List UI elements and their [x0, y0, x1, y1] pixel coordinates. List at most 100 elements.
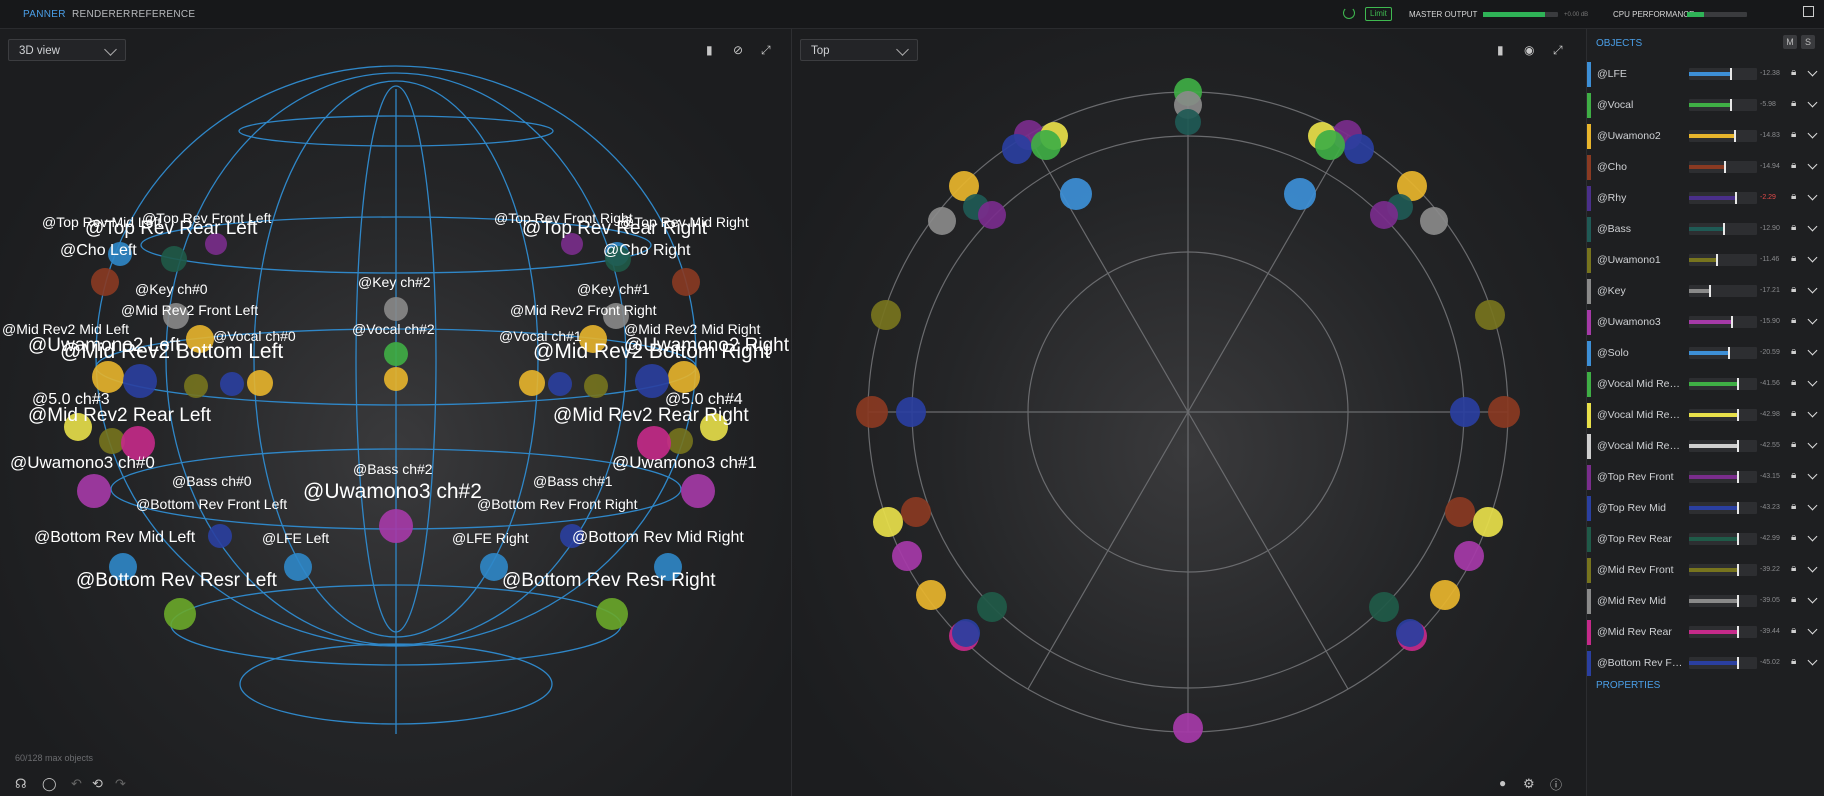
object-marker[interactable] — [952, 619, 980, 647]
chevron-down-icon[interactable] — [1807, 438, 1818, 449]
object-row[interactable]: @Top Rev Front -43.15 🔒︎ — [1587, 462, 1824, 493]
object-marker[interactable] — [1454, 541, 1484, 571]
object-marker[interactable] — [1031, 130, 1061, 160]
history-icon[interactable]: ⟲ — [92, 776, 103, 792]
object-row[interactable]: @Rhy -2.29 🔒︎ — [1587, 183, 1824, 214]
chevron-down-icon[interactable] — [1807, 469, 1818, 480]
object-marker[interactable] — [1488, 396, 1520, 428]
lock-icon[interactable]: 🔒︎ — [1791, 222, 1796, 233]
object-gain-thumb[interactable] — [1736, 533, 1739, 545]
object-marker[interactable] — [1284, 178, 1316, 210]
object-gain-slider[interactable] — [1689, 161, 1757, 173]
top-view-canvas[interactable] — [792, 29, 1586, 769]
object-gain-thumb[interactable] — [1736, 626, 1739, 638]
object-name[interactable]: @Solo — [1597, 347, 1683, 359]
object-gain-slider[interactable] — [1689, 223, 1757, 235]
chevron-down-icon[interactable] — [1807, 655, 1818, 666]
undo-icon[interactable]: ↶ — [71, 776, 82, 792]
object-gain-thumb[interactable] — [1736, 657, 1739, 669]
object-row[interactable]: @Vocal -5.98 🔒︎ — [1587, 90, 1824, 121]
gear-icon[interactable]: ⚙ — [1523, 776, 1535, 792]
object-gain-slider[interactable] — [1689, 595, 1757, 607]
object-gain-slider[interactable] — [1689, 657, 1757, 669]
object-gain-slider[interactable] — [1689, 347, 1757, 359]
object-name[interactable]: @Top Rev Rear — [1597, 533, 1683, 545]
object-marker[interactable] — [901, 497, 931, 527]
object-gain-thumb[interactable] — [1716, 254, 1719, 266]
object-marker[interactable] — [1420, 207, 1448, 235]
tab-renderer[interactable]: RENDERER — [72, 9, 131, 20]
object-marker[interactable] — [1370, 201, 1398, 229]
chevron-down-icon[interactable] — [1807, 562, 1818, 573]
sphere-3d-canvas[interactable]: @Top Rev Mid Left@Top Rev Rear Left@Top … — [0, 29, 791, 769]
object-name[interactable]: @Vocal — [1597, 99, 1683, 111]
power-icon[interactable] — [1343, 7, 1355, 19]
object-gain-thumb[interactable] — [1736, 595, 1739, 607]
object-marker[interactable] — [916, 580, 946, 610]
object-name[interactable]: @Key — [1597, 285, 1683, 297]
lock-icon[interactable]: 🔒︎ — [1791, 346, 1796, 357]
object-name[interactable]: @Vocal Mid Rev… — [1597, 409, 1683, 421]
lock-icon[interactable]: 🔒︎ — [1791, 160, 1796, 171]
redo-icon[interactable]: ↷ — [115, 776, 126, 792]
object-row[interactable]: @Uwamono1 -11.46 🔒︎ — [1587, 245, 1824, 276]
object-marker[interactable] — [1060, 178, 1092, 210]
object-gain-thumb[interactable] — [1736, 440, 1739, 452]
object-row[interactable]: @LFE -12.38 🔒︎ — [1587, 59, 1824, 90]
object-name[interactable]: @Top Rev Front — [1597, 471, 1683, 483]
object-name[interactable]: @Top Rev Mid — [1597, 502, 1683, 514]
chevron-down-icon[interactable] — [1807, 252, 1818, 263]
object-gain-slider[interactable] — [1689, 409, 1757, 421]
object-gain-thumb[interactable] — [1723, 223, 1725, 235]
object-marker[interactable] — [1175, 109, 1201, 135]
object-marker[interactable] — [99, 428, 125, 454]
lightbulb-icon[interactable]: ◯ — [42, 776, 57, 792]
object-gain-slider[interactable] — [1689, 502, 1757, 514]
object-gain-slider[interactable] — [1689, 130, 1757, 142]
object-row[interactable]: @Mid Rev Mid -39.05 🔒︎ — [1587, 586, 1824, 617]
object-marker[interactable] — [384, 342, 408, 366]
object-name[interactable]: @Uwamono3 — [1597, 316, 1683, 328]
lock-icon[interactable]: 🔒︎ — [1791, 253, 1796, 264]
object-marker[interactable] — [1369, 592, 1399, 622]
object-marker[interactable] — [123, 364, 157, 398]
object-marker[interactable] — [681, 474, 715, 508]
chevron-down-icon[interactable] — [1807, 283, 1818, 294]
object-row[interactable]: @Vocal Mid Rev… -42.55 🔒︎ — [1587, 431, 1824, 462]
object-marker[interactable] — [1173, 713, 1203, 743]
lock-icon[interactable]: 🔒︎ — [1791, 501, 1796, 512]
object-name[interactable]: @Bottom Rev F… — [1597, 657, 1683, 669]
lock-icon[interactable]: 🔒︎ — [1791, 377, 1796, 388]
object-name[interactable]: @Bass — [1597, 223, 1683, 235]
object-gain-slider[interactable] — [1689, 471, 1757, 483]
object-marker[interactable] — [1002, 134, 1032, 164]
object-gain-thumb[interactable] — [1728, 347, 1731, 359]
object-marker[interactable] — [91, 268, 119, 296]
object-name[interactable]: @Mid Rev Mid — [1597, 595, 1683, 607]
object-marker[interactable] — [1430, 580, 1460, 610]
object-marker[interactable] — [1396, 619, 1424, 647]
object-gain-thumb[interactable] — [1729, 99, 1732, 111]
lock-icon[interactable]: 🔒︎ — [1791, 315, 1796, 326]
chevron-down-icon[interactable] — [1807, 128, 1818, 139]
object-row[interactable]: @Mid Rev Rear -39.44 🔒︎ — [1587, 617, 1824, 648]
object-gain-slider[interactable] — [1689, 68, 1757, 80]
object-marker[interactable] — [892, 541, 922, 571]
chevron-down-icon[interactable] — [1807, 531, 1818, 542]
object-name[interactable]: @Mid Rev Rear — [1597, 626, 1683, 638]
object-marker[interactable] — [1344, 134, 1374, 164]
object-gain-thumb[interactable] — [1736, 409, 1739, 421]
object-marker[interactable] — [1475, 300, 1505, 330]
lock-icon[interactable]: 🔒︎ — [1791, 594, 1796, 605]
object-name[interactable]: @Uwamono2 — [1597, 130, 1683, 142]
object-name[interactable]: @Vocal Mid Rev… — [1597, 440, 1683, 452]
lock-icon[interactable]: 🔒︎ — [1791, 129, 1796, 140]
object-marker[interactable] — [871, 300, 901, 330]
object-marker[interactable] — [596, 598, 628, 630]
properties-title[interactable]: PROPERTIES — [1596, 680, 1660, 691]
chevron-down-icon[interactable] — [1807, 593, 1818, 604]
object-name[interactable]: @Vocal Mid Rev… — [1597, 378, 1683, 390]
object-row[interactable]: @Top Rev Mid -43.23 🔒︎ — [1587, 493, 1824, 524]
chevron-down-icon[interactable] — [1807, 345, 1818, 356]
lock-icon[interactable]: 🔒︎ — [1791, 656, 1796, 667]
